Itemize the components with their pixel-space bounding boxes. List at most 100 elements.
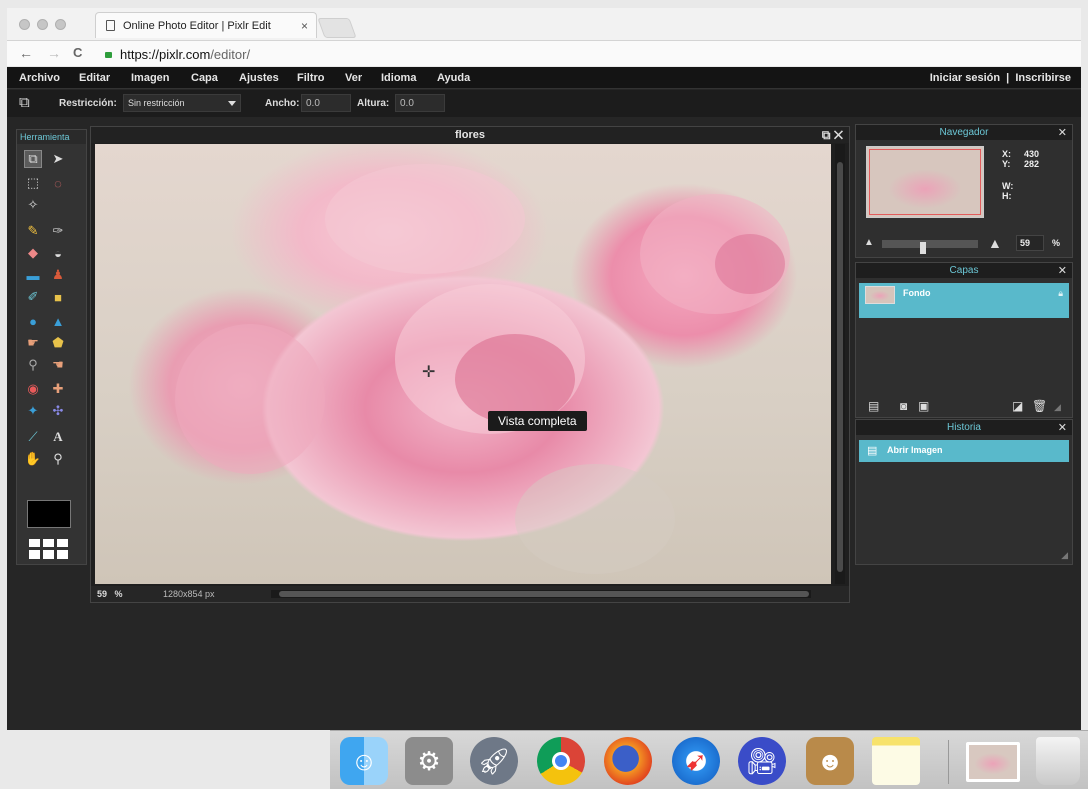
- close-window-icon[interactable]: [19, 19, 30, 30]
- x-label: X:: [1002, 149, 1011, 159]
- drawing-icon[interactable]: ■: [49, 288, 67, 306]
- spot-heal-icon[interactable]: ✚: [49, 380, 67, 398]
- flower-left: [175, 324, 325, 474]
- photo-canvas[interactable]: ✛ Vista completa: [95, 144, 831, 584]
- menu-capa[interactable]: Capa: [191, 72, 218, 84]
- menu-ver[interactable]: Ver: [345, 72, 362, 84]
- browser-tab[interactable]: Online Photo Editor | Pixlr Edit ×: [95, 12, 317, 38]
- contacts-icon[interactable]: ☻: [806, 737, 854, 785]
- foreground-color-swatch[interactable]: [27, 500, 71, 528]
- resize-handle-icon[interactable]: ◢: [1054, 402, 1061, 413]
- launchpad-icon[interactable]: 🚀︎: [470, 737, 518, 785]
- menu-editar[interactable]: Editar: [79, 72, 110, 84]
- lock-icon[interactable]: 🔒︎: [1058, 288, 1063, 299]
- burn-icon[interactable]: ☚: [49, 356, 67, 374]
- navigator-zoom-field[interactable]: 59: [1016, 235, 1044, 251]
- dodge-icon[interactable]: ⚲: [24, 356, 42, 374]
- vertical-scroll-thumb[interactable]: [837, 162, 843, 572]
- history-item[interactable]: ▤ Abrir Imagen: [859, 440, 1069, 462]
- trash-icon[interactable]: 🗑︎: [1032, 399, 1047, 413]
- back-icon[interactable]: ←: [19, 45, 33, 61]
- vertical-scrollbar[interactable]: [835, 144, 845, 584]
- zoom-icon[interactable]: ⚲: [49, 450, 67, 468]
- blur-icon[interactable]: ●: [24, 312, 42, 330]
- sharpen-icon[interactable]: ▲: [49, 312, 67, 330]
- red-eye-icon[interactable]: ◉: [24, 380, 42, 398]
- layer-mask-icon[interactable]: ◙: [900, 399, 907, 413]
- zoom-out-icon[interactable]: ▲: [864, 237, 874, 248]
- new-tab-button[interactable]: [317, 18, 357, 38]
- x-value: 430: [1024, 149, 1040, 159]
- paint-bucket-icon[interactable]: ◒: [49, 244, 67, 262]
- pixlr-editor: Archivo Editar Imagen Capa Ajustes Filtr…: [7, 67, 1081, 730]
- layer-style-icon[interactable]: ▤: [868, 399, 879, 413]
- trash-icon[interactable]: [1036, 737, 1080, 785]
- navigator-thumbnail[interactable]: [866, 146, 984, 218]
- login-signup-links[interactable]: Iniciar sesión | Inscribirse: [930, 72, 1071, 84]
- restriction-select[interactable]: Sin restricción: [123, 94, 241, 112]
- menu-ayuda[interactable]: Ayuda: [437, 72, 470, 84]
- minimize-window-icon[interactable]: [37, 19, 48, 30]
- menu-idioma[interactable]: Idioma: [381, 72, 416, 84]
- zoom-in-icon[interactable]: ▲: [988, 235, 1002, 251]
- lasso-icon[interactable]: ◌: [49, 174, 67, 192]
- resize-handle-icon[interactable]: ◢: [1061, 550, 1068, 561]
- gradient-icon[interactable]: ▬: [24, 266, 42, 284]
- finder-icon[interactable]: ☺: [340, 737, 388, 785]
- horizontal-scrollbar[interactable]: [271, 590, 811, 598]
- layer-item[interactable]: Fondo 🔒︎: [859, 283, 1069, 318]
- width-field[interactable]: 0.0: [301, 94, 351, 112]
- color-replace-icon[interactable]: ✐: [24, 288, 42, 306]
- canvas-zoom[interactable]: 59 %: [97, 589, 123, 599]
- vase-area: [515, 464, 675, 574]
- horizontal-scroll-thumb[interactable]: [279, 591, 809, 597]
- menu-ajustes[interactable]: Ajustes: [239, 72, 279, 84]
- clone-stamp-icon[interactable]: ♟: [49, 266, 67, 284]
- restore-icon[interactable]: ⧉: [822, 128, 831, 142]
- firefox-icon[interactable]: [604, 737, 652, 785]
- close-icon[interactable]: ✕: [1058, 421, 1067, 434]
- menu-imagen[interactable]: Imagen: [131, 72, 170, 84]
- height-field[interactable]: 0.0: [395, 94, 445, 112]
- view-frame[interactable]: [869, 149, 981, 215]
- brush-icon[interactable]: ✑: [49, 222, 67, 240]
- grid-layout-icon[interactable]: [29, 539, 69, 559]
- image-size: 1280x854 px: [163, 589, 215, 599]
- safari-icon[interactable]: ➹: [672, 737, 720, 785]
- crop-icon[interactable]: ⧉: [24, 150, 42, 168]
- marquee-icon[interactable]: ⬚: [24, 174, 42, 192]
- sponge-icon[interactable]: ⬟: [49, 334, 67, 352]
- hand-icon[interactable]: ✋: [24, 450, 42, 468]
- crosshair-cursor-icon: ✛: [422, 364, 436, 381]
- menu-archivo[interactable]: Archivo: [19, 72, 60, 84]
- zoom-slider[interactable]: [882, 240, 978, 254]
- notes-icon[interactable]: [872, 737, 920, 785]
- move-icon[interactable]: ➤: [49, 150, 67, 168]
- new-layer-icon[interactable]: ◪: [1012, 399, 1023, 413]
- color-picker-icon[interactable]: ⟋: [24, 428, 42, 446]
- image-file-icon[interactable]: [966, 742, 1020, 782]
- close-icon[interactable]: ✕: [1058, 264, 1067, 277]
- smudge-icon[interactable]: ☛: [24, 334, 42, 352]
- navigator-title: Navegador: [939, 127, 989, 138]
- menu-filtro[interactable]: Filtro: [297, 72, 325, 84]
- close-icon[interactable]: ✕: [834, 128, 843, 142]
- screen-recorder-icon[interactable]: 🎥︎: [738, 737, 786, 785]
- url-field[interactable]: https://pixlr.com/editor/: [105, 47, 250, 62]
- forward-icon[interactable]: →: [47, 45, 61, 61]
- close-icon[interactable]: ✕: [1058, 126, 1067, 139]
- pencil-icon[interactable]: ✎: [24, 222, 42, 240]
- chrome-icon[interactable]: [537, 737, 585, 785]
- tab-close-icon[interactable]: ×: [301, 19, 308, 33]
- pinch-icon[interactable]: ✣: [49, 402, 67, 420]
- magic-wand-icon[interactable]: ✧: [24, 196, 42, 214]
- system-preferences-icon[interactable]: ⚙: [405, 737, 453, 785]
- navigator-zoom-row: ▲ ▲ 59 %: [862, 235, 1068, 254]
- bloat-icon[interactable]: ✦: [24, 402, 42, 420]
- type-icon[interactable]: A: [49, 428, 67, 446]
- zoom-window-icon[interactable]: [55, 19, 66, 30]
- zoom-slider-handle[interactable]: [920, 242, 926, 254]
- reload-icon[interactable]: C: [73, 45, 82, 60]
- new-layer-folder-icon[interactable]: ▣: [918, 399, 929, 413]
- eraser-icon[interactable]: ◆: [24, 244, 42, 262]
